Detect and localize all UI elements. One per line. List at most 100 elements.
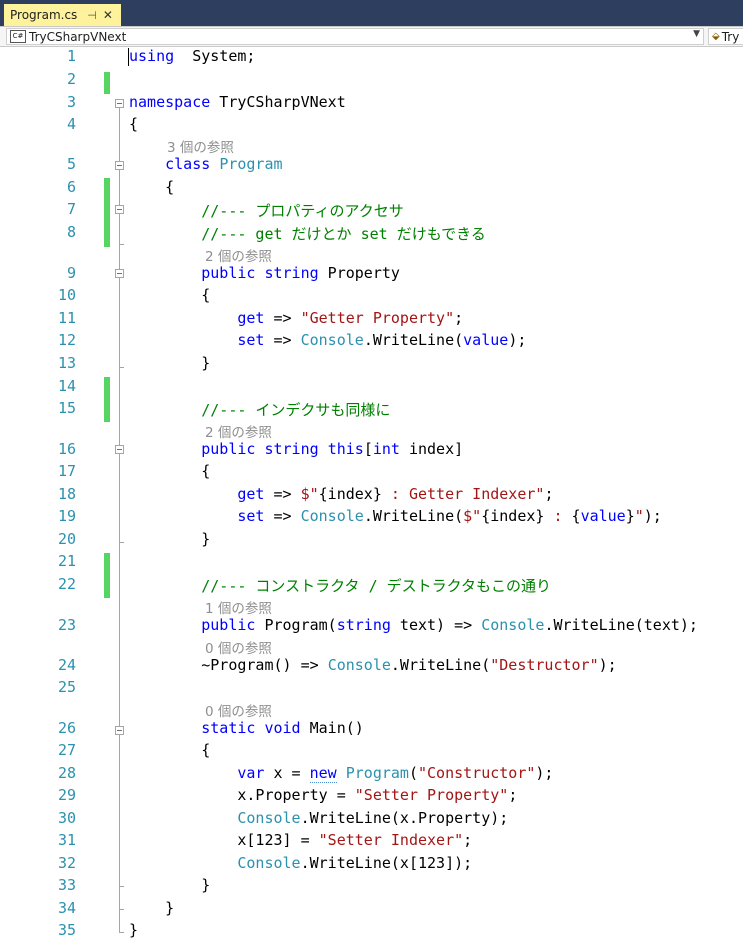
fold-toggle-property[interactable] xyxy=(115,269,124,278)
code-token: " xyxy=(634,507,644,525)
fold-toggle-indexer[interactable] xyxy=(115,445,124,454)
code-line[interactable]: } xyxy=(129,876,210,894)
code-token: "Getter Property" xyxy=(300,309,455,327)
fold-toggle-main[interactable] xyxy=(115,726,124,735)
codelens-destructor-references[interactable]: 0 個の参照 xyxy=(205,637,272,657)
member-label: Try xyxy=(721,29,740,44)
line-number: 8 xyxy=(66,223,76,241)
code-token: .WriteLine( xyxy=(390,656,491,674)
code-line[interactable]: { xyxy=(129,741,210,759)
code-token: Console xyxy=(237,809,301,827)
code-line[interactable]: //--- コンストラクタ / デストラクタもこの通り xyxy=(129,575,551,596)
code-line[interactable]: public string Property xyxy=(129,264,400,282)
code-token: ); xyxy=(598,656,617,674)
code-line[interactable]: x[123] = "Setter Indexer"; xyxy=(129,831,472,849)
namespace-label: TryCSharpVNext xyxy=(29,29,127,44)
outline-end-namespace xyxy=(119,932,124,933)
code-token: "Constructor" xyxy=(418,764,536,782)
code-line[interactable]: //--- get だけとか set だけもできる xyxy=(129,223,486,244)
codelens-constructor-references[interactable]: 1 個の参照 xyxy=(205,597,272,617)
line-number: 15 xyxy=(57,399,76,417)
code-token: ; xyxy=(544,485,554,503)
code-token: void xyxy=(264,719,301,737)
line-number: 26 xyxy=(57,719,76,737)
code-line[interactable]: using System; xyxy=(129,47,255,65)
code-line[interactable]: } xyxy=(129,899,174,917)
code-line[interactable]: { xyxy=(129,178,174,196)
code-line[interactable]: { xyxy=(129,115,138,133)
codelens-main-references[interactable]: 0 個の参照 xyxy=(205,700,272,720)
code-line[interactable]: Console.WriteLine(x[123]); xyxy=(129,854,472,872)
code-token: Program xyxy=(219,155,283,173)
code-line[interactable]: { xyxy=(129,286,210,304)
code-token: Console xyxy=(300,507,364,525)
code-line[interactable]: } xyxy=(129,921,138,939)
code-token: => xyxy=(264,485,301,503)
code-line[interactable]: } xyxy=(129,354,210,372)
code-line[interactable]: } xyxy=(129,530,210,548)
code-editor[interactable]: 3 個の参照 2 個の参照 2 個の参照 1 個の参照 0 個の参照 0 個の参… xyxy=(0,47,743,952)
code-token: ; xyxy=(454,309,464,327)
line-number: 34 xyxy=(57,899,76,917)
code-token: TryCSharpVNext xyxy=(210,93,346,111)
tab-program-cs[interactable]: Program.cs ⊣ ✕ xyxy=(4,4,121,26)
code-token: { xyxy=(129,741,211,759)
code-line[interactable]: { xyxy=(129,462,210,480)
code-token: new xyxy=(309,764,337,783)
code-line[interactable]: set => Console.WriteLine(value); xyxy=(129,331,526,349)
code-token: ~Program() => xyxy=(129,656,328,674)
fold-toggle-comment-7[interactable] xyxy=(115,205,124,214)
code-token: => xyxy=(264,331,301,349)
code-line[interactable]: class Program xyxy=(129,155,283,173)
code-line[interactable]: public Program(string text) => Console.W… xyxy=(129,616,698,634)
code-line[interactable]: ~Program() => Console.WriteLine("Destruc… xyxy=(129,656,617,674)
code-line[interactable]: Console.WriteLine(x.Property); xyxy=(129,809,508,827)
fold-toggle-class[interactable] xyxy=(115,161,124,170)
code-line[interactable]: static void Main() xyxy=(129,719,364,737)
code-token: .WriteLine(text); xyxy=(544,616,698,634)
codelens-class-references[interactable]: 3 個の参照 xyxy=(167,136,234,156)
fold-toggle-namespace[interactable] xyxy=(115,99,124,108)
code-token: "Destructor" xyxy=(490,656,599,674)
code-token: x = xyxy=(264,764,310,782)
member-dropdown[interactable]: ⬙ Try xyxy=(708,28,743,45)
code-token: class xyxy=(165,155,211,173)
code-token: var xyxy=(237,764,265,782)
code-token: System; xyxy=(174,47,256,65)
code-line[interactable]: x.Property = "Setter Property"; xyxy=(129,786,517,804)
dropdown-arrow-icon[interactable]: ▼ xyxy=(693,29,700,39)
line-number: 19 xyxy=(57,507,76,525)
code-token: set xyxy=(237,507,265,525)
namespace-dropdown[interactable]: C# TryCSharpVNext ▼ xyxy=(6,28,704,45)
line-number: 2 xyxy=(66,70,76,88)
code-token: get xyxy=(237,309,265,327)
code-line[interactable]: var x = new Program("Constructor"); xyxy=(129,764,553,783)
code-token: value xyxy=(580,507,626,525)
line-number: 24 xyxy=(57,656,76,674)
code-token: text) => xyxy=(390,616,482,634)
outline-end-class xyxy=(119,909,124,910)
code-line[interactable]: //--- インデクサも同様に xyxy=(129,399,390,420)
close-icon[interactable]: ✕ xyxy=(103,8,113,22)
code-token: string xyxy=(264,440,319,458)
tab-title: Program.cs xyxy=(10,8,78,22)
codelens-property-references[interactable]: 2 個の参照 xyxy=(205,245,272,265)
code-line[interactable]: public string this[int index] xyxy=(129,440,463,458)
code-line[interactable]: namespace TryCSharpVNext xyxy=(129,93,346,111)
pin-icon[interactable]: ⊣ xyxy=(87,9,97,22)
code-line[interactable]: //--- プロパティのアクセサ xyxy=(129,200,404,221)
code-token: { xyxy=(571,507,581,525)
code-line[interactable]: set => Console.WriteLine($"{index} : {va… xyxy=(129,507,661,525)
code-token: $" xyxy=(300,485,319,503)
code-line[interactable]: get => "Getter Property"; xyxy=(129,309,463,327)
codelens-indexer-references[interactable]: 2 個の参照 xyxy=(205,421,272,441)
code-line[interactable]: get => $"{index} : Getter Indexer"; xyxy=(129,485,553,503)
line-number: 35 xyxy=(57,921,76,939)
code-token: : xyxy=(544,507,572,525)
